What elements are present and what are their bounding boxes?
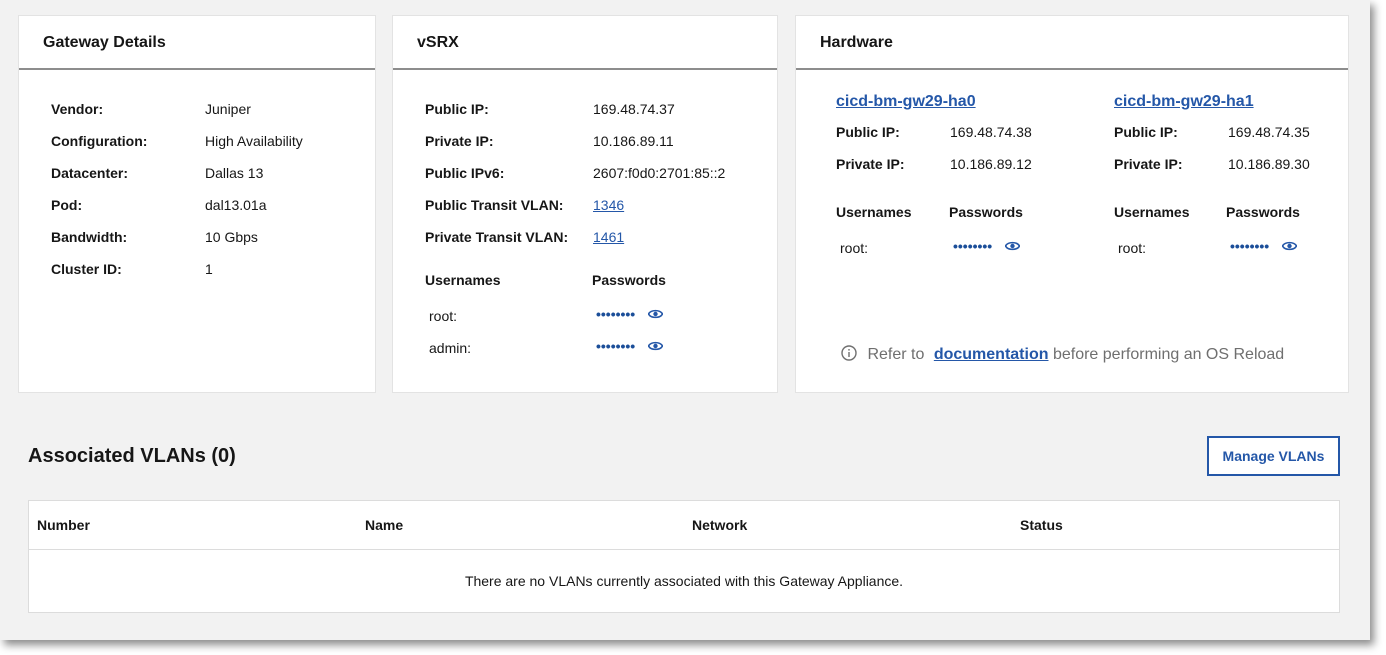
vsrx-card: vSRX Public IP: 169.48.74.37 Private IP:… [392, 15, 778, 393]
column-header-network[interactable]: Network [692, 517, 747, 533]
hardware-title: Hardware [796, 16, 1348, 70]
column-header-number[interactable]: Number [37, 517, 90, 533]
hardware-member-link-ha0[interactable]: cicd-bm-gw29-ha0 [836, 93, 976, 111]
vlans-empty-message: There are no VLANs currently associated … [464, 573, 904, 589]
os-reload-note: Refer to documentation before performing… [841, 345, 1284, 366]
ha0-private-ip-value: 10.186.89.12 [950, 156, 1032, 172]
ha1-private-ip-value: 10.186.89.30 [1228, 156, 1310, 172]
public-transit-vlan-link[interactable]: 1346 [593, 197, 624, 213]
ha1-passwords-header: Passwords [1226, 204, 1300, 220]
configuration-label: Configuration: [51, 133, 148, 149]
eye-icon[interactable] [1281, 238, 1298, 256]
vendor-label: Vendor: [51, 101, 104, 117]
hardware-member-link-ha1[interactable]: cicd-bm-gw29-ha1 [1114, 93, 1254, 111]
bandwidth-label: Bandwidth: [51, 229, 128, 245]
vsrx-usernames-header: Usernames [425, 272, 501, 288]
password-mask: •••••••• [596, 338, 636, 355]
datacenter-value: Dallas 13 [205, 165, 264, 181]
gateway-details-card: Gateway Details Vendor: Juniper Configur… [18, 15, 376, 393]
vsrx-passwords-header: Passwords [592, 272, 666, 288]
ha0-private-ip-label: Private IP: [836, 156, 905, 172]
bandwidth-value: 10 Gbps [205, 229, 258, 245]
documentation-link[interactable]: documentation [934, 346, 1049, 363]
ha1-public-ip-value: 169.48.74.35 [1228, 124, 1310, 140]
note-suffix: before performing an OS Reload [1052, 346, 1285, 363]
vsrx-password-admin: •••••••• [596, 338, 664, 356]
ha0-usernames-header: Usernames [836, 204, 912, 220]
ha0-password-root: •••••••• [953, 238, 1021, 256]
page-frame: Gateway Details Vendor: Juniper Configur… [0, 0, 1370, 640]
ha1-private-ip-label: Private IP: [1114, 156, 1183, 172]
vlans-table-header: Number Name Network Status [29, 501, 1339, 550]
vsrx-username-root: root: [429, 308, 458, 324]
password-mask: •••••••• [596, 306, 636, 323]
eye-icon[interactable] [647, 338, 664, 356]
column-header-status[interactable]: Status [1020, 517, 1063, 533]
hardware-card: Hardware cicd-bm-gw29-ha0 Public IP: 169… [795, 15, 1349, 393]
private-transit-vlan-label: Private Transit VLAN: [425, 229, 569, 245]
vsrx-username-admin: admin: [429, 340, 472, 356]
vsrx-title: vSRX [393, 16, 777, 70]
info-icon [841, 345, 857, 366]
password-mask: •••••••• [1230, 238, 1270, 255]
vlans-table: Number Name Network Status There are no … [28, 500, 1340, 613]
eye-icon[interactable] [1004, 238, 1021, 256]
vsrx-public-ip-label: Public IP: [425, 101, 489, 117]
configuration-value: High Availability [205, 133, 303, 149]
ha1-usernames-header: Usernames [1114, 204, 1190, 220]
cluster-id-value: 1 [205, 261, 213, 277]
vsrx-private-ip-value: 10.186.89.11 [593, 133, 674, 149]
gateway-details-title: Gateway Details [19, 16, 375, 70]
datacenter-label: Datacenter: [51, 165, 129, 181]
pod-label: Pod: [51, 197, 83, 213]
ha1-username-root: root: [1118, 240, 1147, 256]
column-header-name[interactable]: Name [365, 517, 403, 533]
ha1-password-root: •••••••• [1230, 238, 1298, 256]
private-transit-vlan-link[interactable]: 1461 [593, 229, 624, 245]
manage-vlans-button[interactable]: Manage VLANs [1207, 436, 1340, 476]
public-transit-vlan-label: Public Transit VLAN: [425, 197, 564, 213]
pod-value: dal13.01a [205, 197, 267, 213]
vsrx-public-ip-value: 169.48.74.37 [593, 101, 675, 117]
eye-icon[interactable] [647, 306, 664, 324]
ha1-public-ip-label: Public IP: [1114, 124, 1178, 140]
vsrx-public-ipv6-label: Public IPv6: [425, 165, 505, 181]
vsrx-private-ip-label: Private IP: [425, 133, 494, 149]
ha0-public-ip-label: Public IP: [836, 124, 900, 140]
vsrx-public-ipv6-value: 2607:f0d0:2701:85::2 [593, 165, 726, 181]
ha0-public-ip-value: 169.48.74.38 [950, 124, 1032, 140]
cluster-id-label: Cluster ID: [51, 261, 122, 277]
ha0-username-root: root: [840, 240, 869, 256]
vendor-value: Juniper [205, 101, 251, 117]
ha0-passwords-header: Passwords [949, 204, 1023, 220]
associated-vlans-title: Associated VLANs (0) [28, 445, 236, 467]
password-mask: •••••••• [953, 238, 993, 255]
note-prefix: Refer to [867, 346, 925, 363]
vsrx-password-root: •••••••• [596, 306, 664, 324]
